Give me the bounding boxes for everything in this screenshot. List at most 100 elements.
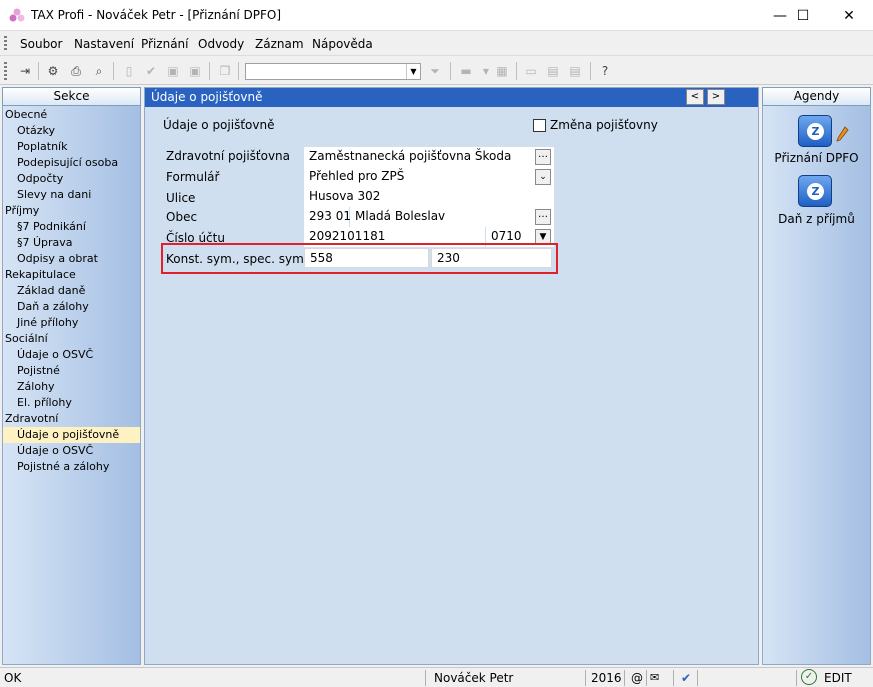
- section-item-pojistne-a-zalohy[interactable]: Pojistné a zálohy: [3, 459, 140, 475]
- comment-icon[interactable]: ▭: [522, 62, 540, 80]
- highlight-frame: [161, 243, 558, 274]
- section-item-dan-a-zalohy[interactable]: Daň a zálohy: [3, 299, 140, 315]
- agenda-item-priznani-dpfo[interactable]: Přiznání DPFO: [763, 151, 870, 165]
- zip-field[interactable]: 293 01: [304, 207, 351, 227]
- toolbar-separator: [113, 62, 114, 80]
- status-message: OK: [4, 671, 22, 685]
- check-icon[interactable]: ✔: [142, 62, 160, 80]
- menu-nastaveni[interactable]: Nastavení: [74, 37, 134, 51]
- list-detail-icon[interactable]: ▤: [566, 62, 584, 80]
- form-select[interactable]: Přehled pro ZPŠ: [304, 167, 554, 187]
- toolbar-grip: [4, 62, 7, 80]
- agenda-item-dan-z-prijmu[interactable]: Daň z příjmů: [763, 212, 870, 226]
- previous-page-button[interactable]: <: [686, 89, 704, 105]
- chevron-down-icon[interactable]: ⌄: [535, 169, 551, 185]
- section-group-socialni[interactable]: Sociální: [3, 331, 140, 347]
- status-separator: [646, 670, 647, 686]
- section-item-jine-prilohy[interactable]: Jiné přílohy: [3, 315, 140, 331]
- account-value: 2092101181: [309, 229, 386, 243]
- section-item-odpocty[interactable]: Odpočty: [3, 171, 140, 187]
- filter-icon[interactable]: ⏷: [426, 62, 444, 80]
- content-header-title: Údaje o pojišťovně: [151, 90, 263, 104]
- status-separator: [585, 670, 586, 686]
- status-year: 2016: [591, 671, 622, 685]
- tax-return-icon[interactable]: Z: [798, 115, 832, 147]
- section-item-zaklad-dane[interactable]: Základ daně: [3, 283, 140, 299]
- save-all-icon[interactable]: ▣: [186, 62, 204, 80]
- section-title: Údaje o pojišťovně: [163, 118, 275, 132]
- toolbar-combo[interactable]: ▼: [245, 63, 421, 80]
- print-icon[interactable]: ⎙: [67, 62, 85, 80]
- insurer-field[interactable]: Zaměstnanecká pojišťovna Škoda: [304, 147, 554, 167]
- help-icon[interactable]: ?: [596, 62, 614, 80]
- section-group-rekapitulace[interactable]: Rekapitulace: [3, 267, 140, 283]
- section-group-prijmy[interactable]: Příjmy: [3, 203, 140, 219]
- section-item-odpisy-a-obrat[interactable]: Odpisy a obrat: [3, 251, 140, 267]
- toolbar-separator: [238, 62, 239, 80]
- insurer-value: Zaměstnanecká pojišťovna Škoda: [309, 149, 512, 163]
- city-label: Obec: [166, 210, 198, 224]
- menu-zaznam[interactable]: Záznam: [255, 37, 304, 51]
- form-value: Přehled pro ZPŠ: [309, 169, 405, 183]
- list-icon[interactable]: ▤: [544, 62, 562, 80]
- sections-panel: Obecné Otázky Poplatník Podepisující oso…: [2, 106, 141, 665]
- income-tax-icon[interactable]: Z: [798, 175, 832, 207]
- city-browse-button[interactable]: …: [535, 209, 551, 225]
- change-insurer-checkbox[interactable]: [533, 119, 546, 132]
- street-label: Ulice: [166, 191, 196, 205]
- chevron-down-icon[interactable]: ▼: [406, 64, 420, 79]
- zip-value: 293 01: [309, 209, 351, 223]
- sections-header: Sekce: [2, 87, 141, 106]
- income-tax-symbol: Z: [807, 183, 824, 200]
- section-item-poplatnik[interactable]: Poplatník: [3, 139, 140, 155]
- section-item-pojistne[interactable]: Pojistné: [3, 363, 140, 379]
- status-user: Nováček Petr: [434, 671, 514, 685]
- menu-soubor[interactable]: Soubor: [20, 37, 62, 51]
- insurer-label: Zdravotní pojišťovna: [166, 149, 291, 163]
- section-item-podepisujici-osoba[interactable]: Podepisující osoba: [3, 155, 140, 171]
- close-button[interactable]: ✕: [826, 0, 872, 31]
- main-content: Údaje o pojišťovně < > Údaje o pojišťovn…: [144, 87, 759, 665]
- section-group-zdravotni[interactable]: Zdravotní: [3, 411, 140, 427]
- section-item-7-podnikani[interactable]: §7 Podnikání: [3, 219, 140, 235]
- print-preview-icon[interactable]: ⌕: [90, 62, 108, 80]
- calculator-icon[interactable]: ▦: [493, 62, 511, 80]
- tax-return-symbol: Z: [807, 123, 824, 140]
- new-document-icon[interactable]: ▯: [120, 62, 138, 80]
- maximize-button[interactable]: ☐: [780, 0, 826, 31]
- status-separator: [425, 670, 426, 686]
- toolbar-separator: [450, 62, 451, 80]
- content-header: Údaje o pojišťovně < >: [145, 88, 758, 107]
- city-field[interactable]: Mladá Boleslav: [350, 207, 554, 227]
- toolbar: ⇥ ⚙ ⎙ ⌕ ▯ ✔ ▣ ▣ ❐ ▼ ⏷ ▬ ▼ ▦ ▭ ▤ ▤ ?: [0, 57, 873, 85]
- exit-icon[interactable]: ⇥: [16, 62, 34, 80]
- section-item-zalohy[interactable]: Zálohy: [3, 379, 140, 395]
- menu-napoveda[interactable]: Nápověda: [312, 37, 373, 51]
- section-item-udaje-o-osvc[interactable]: Údaje o OSVČ: [3, 347, 140, 363]
- street-value: Husova 302: [309, 189, 381, 203]
- settings-icon[interactable]: ⚙: [44, 62, 62, 80]
- section-item-otazky[interactable]: Otázky: [3, 123, 140, 139]
- next-page-button[interactable]: >: [707, 89, 725, 105]
- folder-icon[interactable]: ▬: [457, 62, 475, 80]
- section-group-obecne[interactable]: Obecné: [3, 107, 140, 123]
- section-item-7-uprava[interactable]: §7 Úprava: [3, 235, 140, 251]
- edit-mode-icon: ✓: [801, 669, 817, 685]
- city-value: Mladá Boleslav: [355, 209, 446, 223]
- status-mode: EDIT: [824, 671, 852, 685]
- street-field[interactable]: Husova 302: [304, 187, 554, 207]
- menu-priznani[interactable]: Přiznání: [141, 37, 189, 51]
- section-item-el-prilohy[interactable]: El. přílohy: [3, 395, 140, 411]
- toolbar-separator: [516, 62, 517, 80]
- copy-icon[interactable]: ❐: [216, 62, 234, 80]
- menu-odvody[interactable]: Odvody: [198, 37, 244, 51]
- section-item-udaje-o-pojistovne[interactable]: Údaje o pojišťovně: [3, 427, 140, 443]
- app-logo-icon: [9, 8, 25, 22]
- section-item-slevy-na-dani[interactable]: Slevy na dani: [3, 187, 140, 203]
- change-insurer-label: Změna pojišťovny: [550, 118, 658, 132]
- section-item-udaje-o-osvc-zdravotni[interactable]: Údaje o OSVČ: [3, 443, 140, 459]
- save-icon[interactable]: ▣: [164, 62, 182, 80]
- toolbar-separator: [590, 62, 591, 80]
- status-email-indicator: @: [631, 671, 643, 685]
- insurer-browse-button[interactable]: …: [535, 149, 551, 165]
